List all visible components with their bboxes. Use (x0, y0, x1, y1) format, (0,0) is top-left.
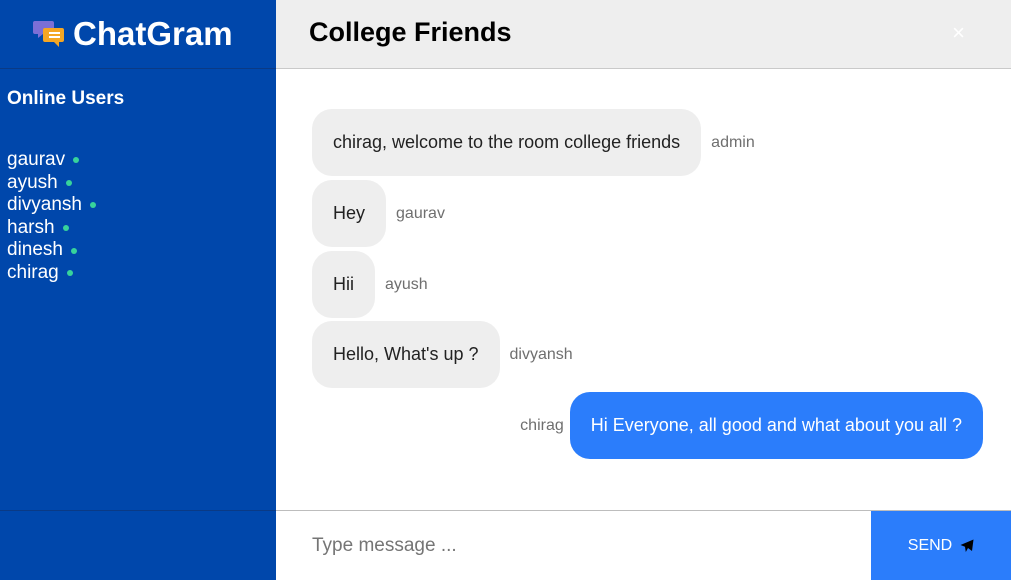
online-status-icon (66, 270, 73, 277)
online-status-icon (65, 179, 72, 186)
send-label: SEND (907, 536, 953, 554)
message-bubble: Hi Everyone, all good and what about you… (569, 392, 983, 459)
user-name: divyansh (7, 194, 82, 216)
brand: ChatGram (0, 0, 276, 69)
online-status-icon (73, 157, 80, 164)
chat-bubbles-icon (33, 18, 65, 50)
send-button[interactable]: SEND (871, 511, 1011, 580)
close-button[interactable]: × (952, 20, 965, 46)
online-status-icon (71, 247, 77, 254)
user-list-item[interactable]: dinesh (7, 239, 96, 262)
user-name: chirag (7, 261, 59, 283)
user-name: dinesh (7, 239, 63, 261)
message-bubble: Hey (312, 180, 387, 247)
online-users-list: gaurav ayush divyansh harsh dinesh chira… (7, 149, 96, 285)
message-item: Hello, What's up ? divyansh (312, 321, 573, 388)
chat-header: College Friends × (276, 0, 1011, 69)
message-sender: ayush (385, 275, 428, 293)
message-sender: gaurav (396, 204, 445, 222)
room-title: College Friends (309, 17, 512, 47)
user-name: gaurav (7, 149, 66, 170)
message-item: Hii ayush (312, 251, 428, 318)
message-item: chirag, welcome to the room college frie… (312, 109, 755, 176)
user-list-item[interactable]: divyansh (7, 194, 96, 217)
user-list-item[interactable]: ayush (7, 172, 96, 195)
message-item: Hey gaurav (312, 180, 445, 247)
message-sender: divyansh (509, 345, 573, 363)
online-users-title: Online Users (7, 88, 125, 109)
message-bubble: Hii (312, 251, 375, 318)
message-bubble: Hello, What's up ? (312, 321, 500, 388)
user-list-item[interactable]: gaurav (7, 149, 96, 172)
paper-plane-icon (960, 539, 974, 553)
message-sender: admin (711, 133, 755, 151)
sidebar: ChatGram Online Users gaurav ayush divya… (0, 0, 276, 580)
user-name: harsh (7, 216, 55, 238)
user-name: ayush (7, 171, 58, 193)
online-status-icon (62, 225, 69, 232)
user-list-item[interactable]: harsh (7, 217, 96, 240)
message-sender: chirag (520, 416, 564, 434)
online-status-icon (90, 202, 96, 209)
own-message-item: chirag Hi Everyone, all good and what ab… (520, 392, 983, 459)
message-composer: SEND (276, 510, 1011, 580)
message-list[interactable]: chirag, welcome to the room college frie… (276, 70, 1011, 510)
brand-name: ChatGram (73, 15, 233, 52)
user-list-item[interactable]: chirag (7, 262, 96, 285)
sidebar-footer (0, 510, 276, 580)
message-bubble: chirag, welcome to the room college frie… (312, 109, 702, 176)
message-input[interactable] (276, 511, 871, 580)
